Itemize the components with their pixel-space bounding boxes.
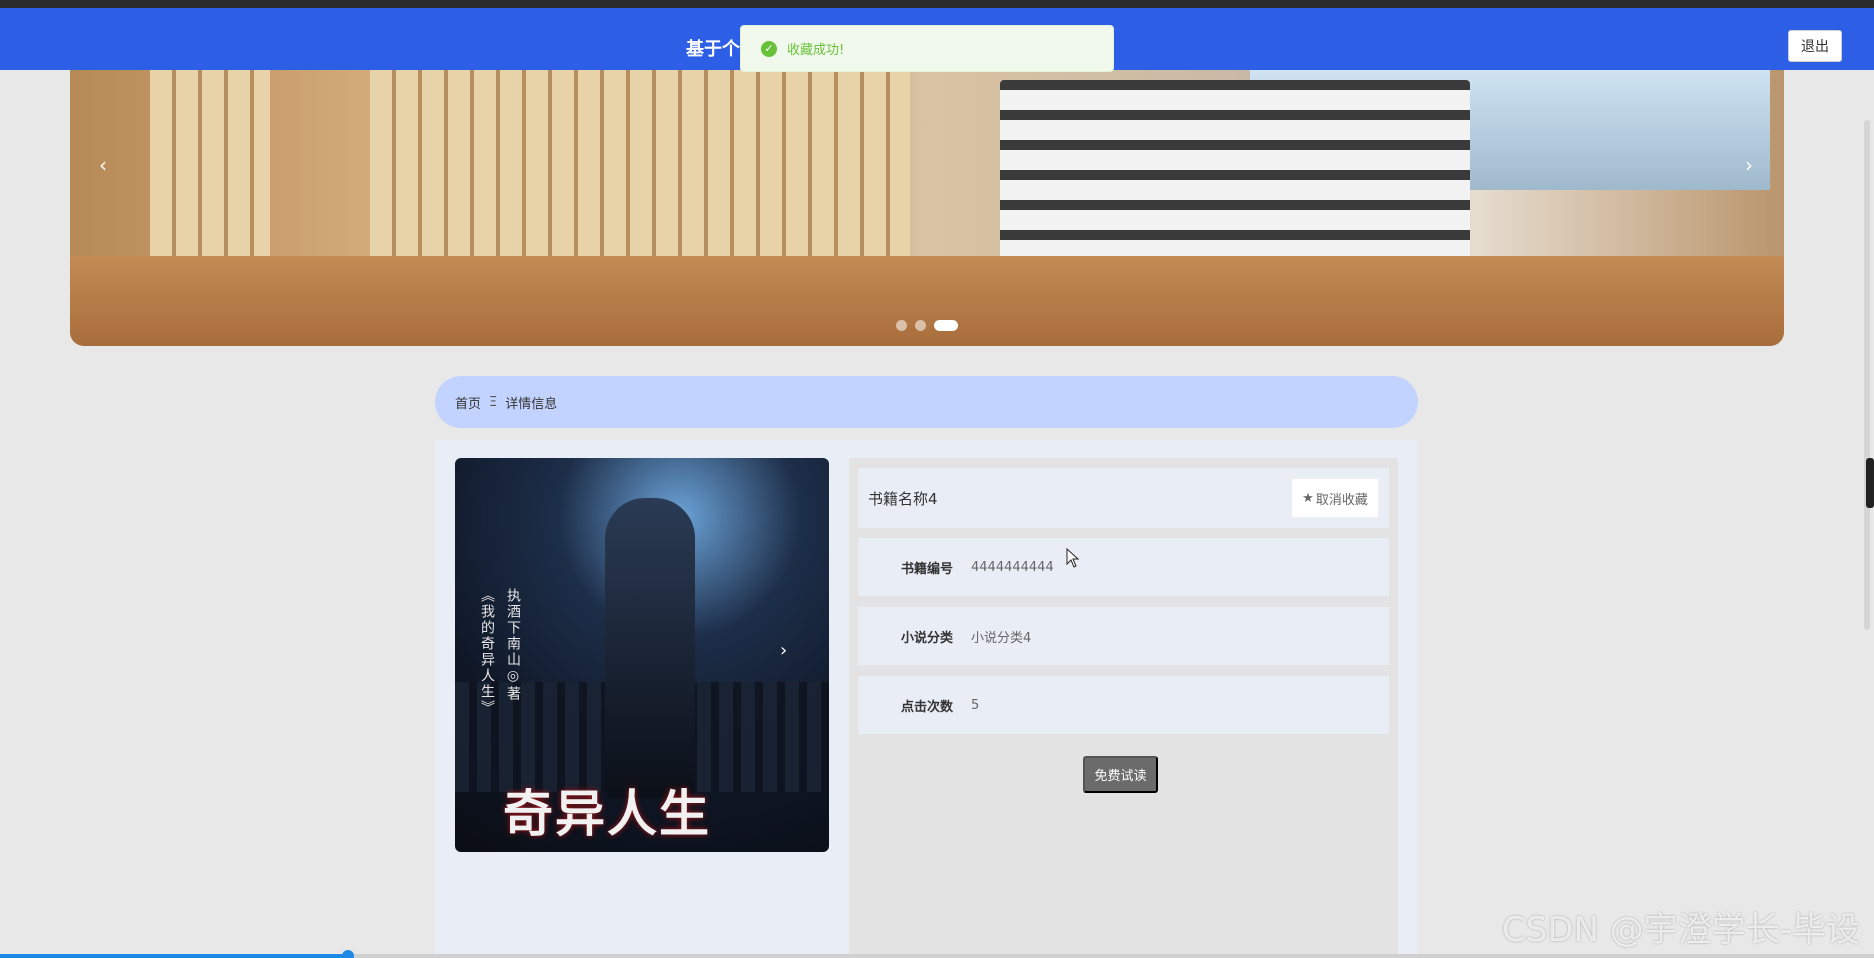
browser-top-strip <box>0 0 1874 8</box>
banner-shelf-left <box>150 70 270 270</box>
book-cover-image: 《我的奇异人生》 执酒下南山◎著 奇异人生 <box>455 458 829 852</box>
cover-series-title: 《我的奇异人生》 <box>479 588 495 716</box>
banner-carousel[interactable]: ‹ › <box>70 70 1784 346</box>
banner-dot-3[interactable] <box>934 320 958 331</box>
cover-author: 执酒下南山◎著 <box>505 588 521 702</box>
field-value: 5 <box>971 697 980 713</box>
field-row-clicks: 点击次数 5 <box>858 676 1389 734</box>
cover-title: 奇异人生 <box>503 785 711 843</box>
mouse-pointer-icon <box>1066 548 1080 568</box>
cover-next-arrow[interactable]: › <box>780 640 787 661</box>
banner-shelf-middle <box>370 70 910 270</box>
banner-floor <box>70 256 1784 346</box>
banner-dot-2[interactable] <box>915 320 926 331</box>
page-scrollbar-thumb[interactable] <box>1866 458 1874 508</box>
csdn-watermark: CSDN @宇澄学长-毕设 <box>1502 910 1861 950</box>
site-title: 基于个 <box>686 39 740 60</box>
toast-message: 收藏成功! <box>787 43 845 58</box>
field-value: 4444444444 <box>971 559 1054 575</box>
page-scrollbar-track[interactable] <box>1864 120 1870 630</box>
breadcrumb: 首页 Ξ 详情信息 <box>435 376 1418 428</box>
field-row-book-number: 书籍编号 4444444444 <box>858 538 1389 596</box>
field-row-category: 小说分类 小说分类4 <box>858 607 1389 665</box>
star-icon: ★ <box>1302 490 1314 505</box>
video-progress-handle[interactable] <box>342 950 354 958</box>
banner-dot-1[interactable] <box>896 320 907 331</box>
unfavorite-button[interactable]: ★ 取消收藏 <box>1291 478 1379 518</box>
video-progress-fill <box>0 954 348 958</box>
breadcrumb-home[interactable]: 首页 <box>455 393 481 412</box>
field-value: 小说分类4 <box>971 630 1032 646</box>
field-label: 小说分类 <box>900 630 953 646</box>
field-label: 书籍编号 <box>900 561 953 577</box>
breadcrumb-current: 详情信息 <box>505 396 558 412</box>
check-circle-icon: ✓ <box>761 40 777 57</box>
success-toast: ✓ 收藏成功! <box>740 25 1114 72</box>
banner-next-arrow[interactable]: › <box>1734 150 1764 180</box>
cover-figure-art <box>605 498 695 798</box>
field-label: 点击次数 <box>900 699 953 715</box>
banner-prev-arrow[interactable]: ‹ <box>88 150 118 180</box>
free-trial-read-button[interactable]: 免费试读 <box>1083 756 1158 793</box>
logout-button[interactable]: 退出 <box>1788 30 1842 62</box>
unfavorite-label: 取消收藏 <box>1315 491 1368 507</box>
user-hint[interactable] <box>1752 37 1786 53</box>
banner-bookcase <box>1000 80 1470 270</box>
breadcrumb-separator: Ξ <box>489 394 498 410</box>
banner-indicators <box>896 320 958 331</box>
